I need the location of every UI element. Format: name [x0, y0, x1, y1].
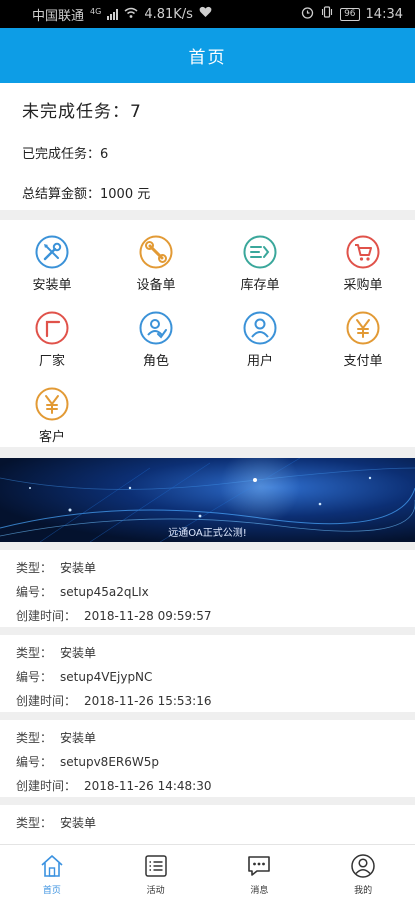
grid-label: 安装单 [32, 278, 72, 293]
grid-label: 设备单 [136, 278, 176, 293]
grid-item-purchase-order[interactable]: 采购单 [311, 220, 415, 293]
task-type-label: 类型： [16, 816, 53, 830]
message-icon [246, 853, 272, 879]
task-type: 安装单 [60, 816, 97, 830]
network-speed: 4.81K/s [144, 6, 193, 22]
grid-item-install-order[interactable]: 安装单 [0, 220, 104, 293]
grid-label: 用户 [246, 354, 273, 369]
page-title: 首页 [188, 48, 227, 68]
grid-item-customer[interactable]: 客户 [0, 372, 104, 445]
task-number-label: 编号： [16, 670, 53, 684]
task-created-label: 创建时间： [16, 694, 77, 708]
yen-icon [346, 311, 380, 345]
wifi-icon [124, 7, 138, 22]
grid-item-inventory-order[interactable]: 库存单 [208, 220, 312, 293]
clock-time: 14:34 [365, 6, 403, 22]
grid-item-payment-order[interactable]: 支付单 [311, 296, 415, 369]
inventory-icon [243, 235, 277, 269]
role-icon [139, 311, 173, 345]
task-created-label: 创建时间： [16, 609, 77, 623]
alarm-icon [301, 6, 314, 23]
user-icon [243, 311, 277, 345]
task-card[interactable]: 类型： 安装单 编号： setup4VEjypNC 创建时间： 2018-11-26 … [0, 635, 415, 712]
grid-item-equipment-order[interactable]: 设备单 [104, 220, 208, 293]
wrench-icon [139, 235, 173, 269]
task-number-label: 编号： [16, 755, 53, 769]
tab-label: 活动 [146, 886, 165, 896]
task-number: setup4VEjypNC [60, 670, 153, 684]
task-summary-card: 未完成任务：7 已完成任务：6 总结算金额：1000 元 [0, 83, 415, 210]
grid-label: 角色 [142, 354, 169, 369]
task-type-label: 类型： [16, 731, 53, 745]
network-type: 4G [90, 6, 102, 16]
app-header: 首页 [0, 28, 415, 83]
task-card[interactable]: 类型： 安装单 [0, 805, 415, 844]
task-type: 安装单 [60, 731, 97, 745]
unfinished-tasks-count: 未完成任务：7 [22, 102, 142, 122]
task-type-label: 类型： [16, 561, 53, 575]
home-icon [39, 853, 65, 879]
tab-label: 消息 [250, 886, 269, 896]
status-bar: 中国联通 4G 4.81K/s 96 14:34 [0, 0, 415, 28]
grid-label: 客户 [38, 430, 65, 445]
task-type-label: 类型： [16, 646, 53, 660]
signal-icon [107, 8, 119, 20]
task-created-time: 2018-11-26 14:48:30 [84, 779, 212, 793]
grid-item-manufacturer[interactable]: 厂家 [0, 296, 104, 369]
grid-item-user[interactable]: 用户 [208, 296, 312, 369]
grid-label: 采购单 [343, 278, 383, 293]
task-created-time: 2018-11-28 09:59:57 [84, 609, 212, 623]
total-amount: 总结算金额：1000 元 [22, 187, 151, 202]
task-created-label: 创建时间： [16, 779, 77, 793]
profile-icon [350, 853, 376, 879]
task-card[interactable]: 类型： 安装单 编号： setup45a2qLIx 创建时间： 2018-11-28 … [0, 550, 415, 627]
tab-activity[interactable]: 活动 [104, 845, 208, 900]
grid-item-role[interactable]: 角色 [104, 296, 208, 369]
grid-label: 厂家 [38, 354, 65, 369]
yen-icon [35, 387, 69, 421]
task-created-time: 2018-11-26 15:53:16 [84, 694, 212, 708]
grid-label: 库存单 [240, 278, 280, 293]
grid-label: 支付单 [343, 354, 383, 369]
function-grid: 安装单 设备单 库存单 采购单 厂家 角色 用户 支付单 客户 [0, 220, 415, 447]
tab-label: 首页 [42, 886, 61, 896]
task-number: setupv8ER6W5p [60, 755, 159, 769]
task-type: 安装单 [60, 646, 97, 660]
task-number-label: 编号： [16, 585, 53, 599]
bottom-tab-bar: 首页 活动 消息 我的 [0, 844, 415, 900]
tab-profile[interactable]: 我的 [311, 845, 415, 900]
tab-home[interactable]: 首页 [0, 845, 104, 900]
tab-messages[interactable]: 消息 [208, 845, 312, 900]
cart-icon [346, 235, 380, 269]
health-icon [199, 6, 212, 22]
vibrate-icon [320, 6, 334, 22]
task-card[interactable]: 类型： 安装单 编号： setupv8ER6W5p 创建时间： 2018-11-26 … [0, 720, 415, 797]
banner-caption: 远通OA正式公测! [168, 528, 247, 539]
carrier-text: 中国联通 [32, 8, 85, 24]
battery-icon: 96 [340, 7, 360, 21]
finished-tasks-count: 已完成任务：6 [22, 147, 109, 162]
task-number: setup45a2qLIx [60, 585, 149, 599]
task-type: 安装单 [60, 561, 97, 575]
tab-label: 我的 [354, 886, 373, 896]
list-icon [143, 853, 169, 879]
factory-icon [35, 311, 69, 345]
tools-icon [35, 235, 69, 269]
